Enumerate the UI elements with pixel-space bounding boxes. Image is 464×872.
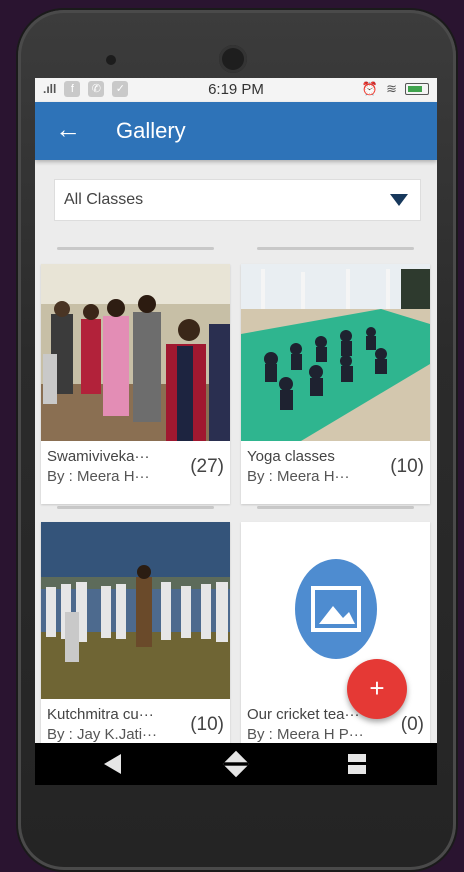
- status-bar: .ıll f ✆ ✓ 6:19 PM ⏰ ≋: [35, 78, 437, 102]
- back-arrow-icon[interactable]: ←: [53, 114, 83, 144]
- screen: .ıll f ✆ ✓ 6:19 PM ⏰ ≋ ← Gallery All Cla…: [35, 78, 437, 785]
- card-divider: [257, 247, 414, 250]
- front-camera: [219, 45, 247, 73]
- alarm-icon: ⏰: [361, 81, 379, 96]
- card-divider: [257, 506, 414, 509]
- album-card[interactable]: Yoga classes By : Meera H··· (10): [241, 264, 430, 504]
- album-author: By : Meera H···: [47, 468, 150, 485]
- nav-home-icon[interactable]: [222, 750, 250, 778]
- album-thumbnail[interactable]: [41, 522, 230, 699]
- album-author: By : Jay K.Jati···: [47, 726, 158, 743]
- album-name: Swamiviveka···: [47, 448, 150, 465]
- system-nav-bar: [35, 743, 437, 785]
- app-bar: ← Gallery: [35, 102, 437, 160]
- battery-icon: [405, 83, 429, 95]
- album-card[interactable]: Swamiviveka··· By : Meera H··· (27): [41, 264, 230, 504]
- album-card[interactable]: Our cricket tea··· By : Meera H P··· (0): [241, 522, 430, 752]
- album-thumbnail[interactable]: [41, 264, 230, 441]
- add-album-button[interactable]: +: [347, 659, 407, 719]
- wifi-icon: ≋: [386, 81, 397, 96]
- album-photo-count: (10): [190, 714, 224, 735]
- nav-recents-icon[interactable]: [348, 754, 366, 774]
- class-filter-dropdown[interactable]: All Classes: [54, 179, 421, 221]
- album-author: By : Meera H···: [247, 468, 350, 485]
- front-sensor: [106, 55, 116, 65]
- dropdown-arrow-icon: [390, 194, 408, 206]
- album-author: By : Meera H P···: [247, 726, 364, 743]
- album-photo-count: (10): [390, 456, 424, 477]
- nav-back-icon[interactable]: [104, 754, 121, 774]
- album-card[interactable]: Kutchmitra cu··· By : Jay K.Jati··· (10): [41, 522, 230, 752]
- card-divider: [57, 506, 214, 509]
- page-title: Gallery: [116, 118, 186, 143]
- album-thumbnail[interactable]: [241, 264, 430, 441]
- album-name: Kutchmitra cu···: [47, 706, 154, 723]
- album-photo-count: (0): [400, 714, 424, 735]
- card-divider: [57, 247, 214, 250]
- album-name: Yoga classes: [247, 448, 335, 465]
- class-filter-value: All Classes: [64, 191, 144, 208]
- album-photo-count: (27): [190, 456, 224, 477]
